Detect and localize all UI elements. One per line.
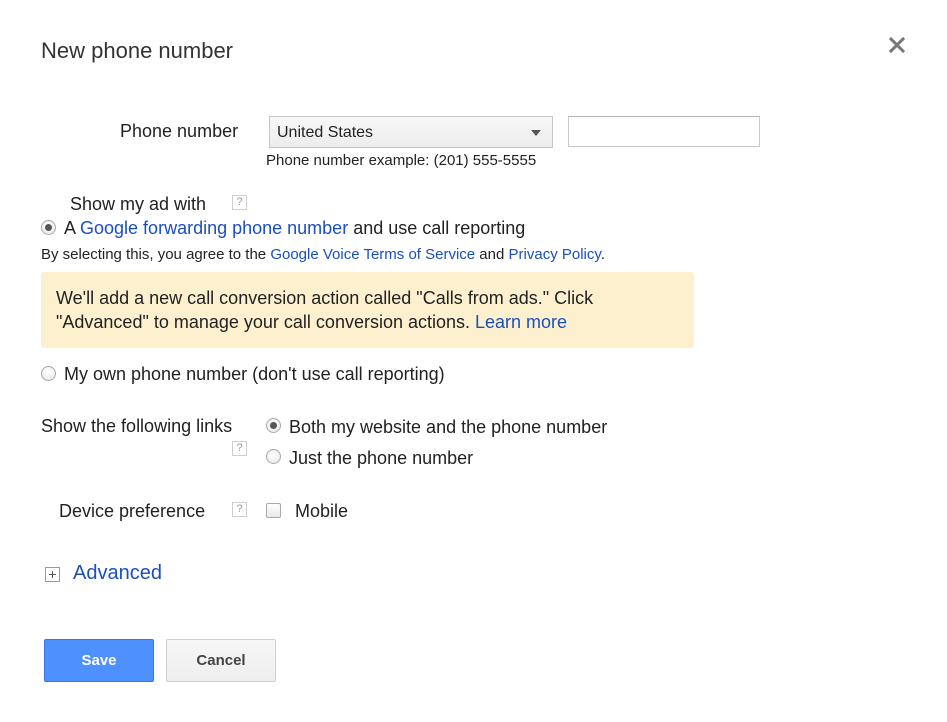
terms-suffix: . bbox=[600, 246, 605, 263]
google-voice-terms-link[interactable]: Google Voice Terms of Service bbox=[270, 246, 475, 263]
chevron-down-icon bbox=[531, 130, 541, 136]
google-forwarding-number-link[interactable]: Google forwarding phone number bbox=[80, 218, 348, 238]
country-select[interactable]: United States bbox=[269, 116, 553, 148]
call-conversion-notice: We'll add a new call conversion action c… bbox=[41, 272, 694, 348]
help-icon[interactable]: ? bbox=[232, 441, 247, 456]
forwarding-option-suffix: and use call reporting bbox=[348, 218, 526, 238]
privacy-policy-link[interactable]: Privacy Policy bbox=[509, 246, 601, 263]
own-number-option-label: My own phone number (don't use call repo… bbox=[64, 364, 445, 384]
expand-icon[interactable] bbox=[45, 567, 60, 582]
phone-example-text: Phone number example: (201) 555-5555 bbox=[266, 152, 537, 169]
both-links-option-label: Both my website and the phone number bbox=[289, 417, 608, 437]
own-number-radio[interactable] bbox=[41, 366, 56, 381]
cancel-button[interactable]: Cancel bbox=[166, 639, 276, 682]
terms-text: By selecting this, you agree to the Goog… bbox=[41, 246, 605, 263]
new-phone-number-dialog: New phone number Phone number United Sta… bbox=[0, 0, 947, 722]
phone-number-input[interactable] bbox=[568, 116, 760, 147]
device-preference-label: Device preference bbox=[59, 501, 206, 521]
save-button[interactable]: Save bbox=[44, 639, 154, 682]
mobile-label: Mobile bbox=[295, 501, 349, 521]
close-icon[interactable] bbox=[886, 34, 908, 56]
terms-prefix: By selecting this, you agree to the bbox=[41, 246, 271, 263]
terms-middle: and bbox=[475, 246, 509, 263]
show-ad-label: Show my ad with bbox=[70, 194, 207, 214]
phone-number-label: Phone number bbox=[120, 121, 239, 141]
learn-more-link[interactable]: Learn more bbox=[475, 312, 567, 332]
mobile-checkbox[interactable] bbox=[266, 503, 281, 518]
forwarding-option-prefix: A bbox=[64, 218, 81, 238]
country-select-value: United States bbox=[277, 124, 374, 141]
phone-only-radio[interactable] bbox=[266, 449, 281, 464]
help-icon[interactable]: ? bbox=[232, 195, 247, 210]
both-links-radio[interactable] bbox=[266, 418, 281, 433]
help-icon[interactable]: ? bbox=[232, 502, 247, 517]
forwarding-number-option: A Google forwarding phone number and use… bbox=[64, 218, 525, 239]
dialog-title: New phone number bbox=[41, 38, 234, 63]
forwarding-number-radio[interactable] bbox=[41, 220, 56, 235]
phone-only-option-label: Just the phone number bbox=[289, 448, 474, 468]
show-links-label: Show the following links bbox=[41, 416, 233, 436]
advanced-link[interactable]: Advanced bbox=[73, 562, 162, 585]
